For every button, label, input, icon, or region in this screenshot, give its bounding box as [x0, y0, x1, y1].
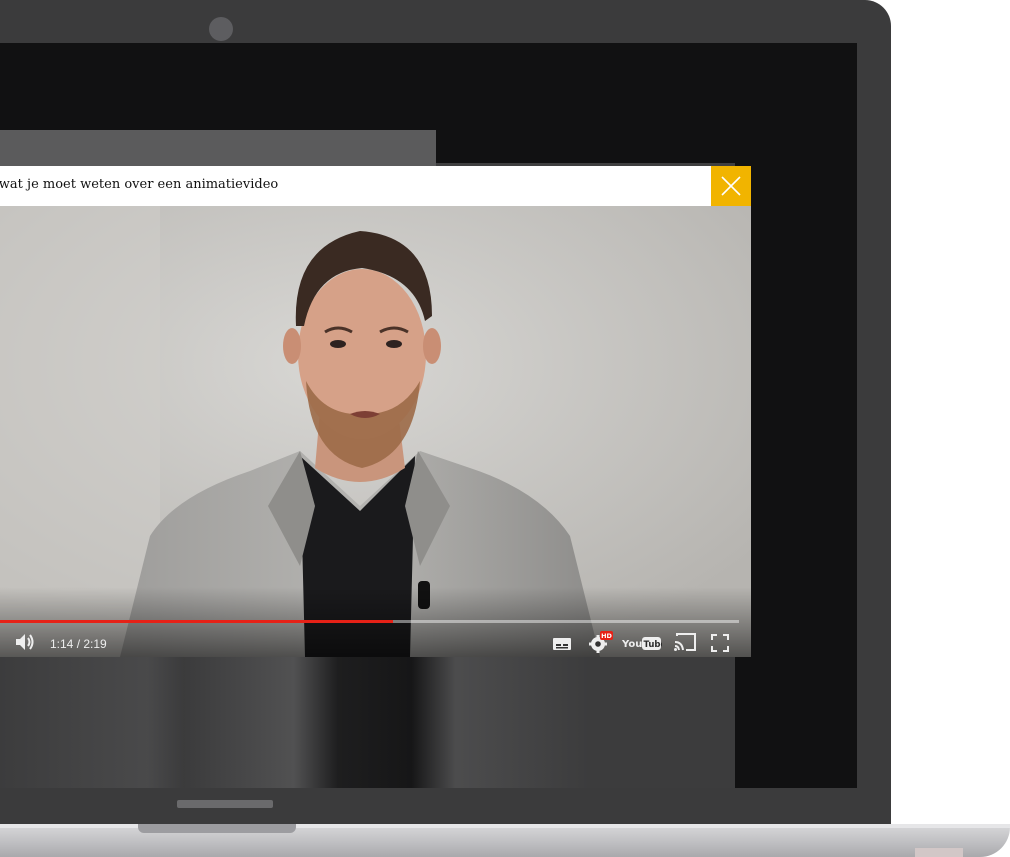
fullscreen-button[interactable]: [710, 633, 730, 653]
laptop-screen: s wat je moet weten over een animatievid…: [0, 43, 857, 788]
fullscreen-icon: [711, 634, 729, 652]
hd-badge: HD: [601, 632, 612, 640]
laptop-base-notch: [138, 824, 296, 833]
time-display: 1:14 / 2:19: [50, 637, 107, 651]
volume-icon: [16, 634, 34, 650]
youtube-logo: You Tube: [621, 637, 667, 650]
video-frame[interactable]: [0, 206, 751, 657]
settings-button[interactable]: HD: [588, 630, 614, 654]
progress-played: [0, 620, 394, 623]
subtitles-button[interactable]: [552, 636, 572, 652]
svg-text:Tube: Tube: [644, 640, 663, 650]
volume-button[interactable]: [14, 632, 36, 652]
youtube-logo-button[interactable]: You Tube: [621, 634, 667, 652]
cast-button[interactable]: [673, 632, 697, 652]
video-modal: s wat je moet weten over een animatievid…: [0, 166, 751, 657]
webcam: [209, 17, 233, 41]
subtitles-icon: [553, 638, 571, 650]
svg-text:You: You: [622, 639, 642, 650]
modal-header: s wat je moet weten over een animatievid…: [0, 166, 751, 206]
laptop-chin-bar: [177, 800, 273, 808]
cast-icon: [674, 633, 696, 651]
laptop-mockup: s wat je moet weten over een animatievid…: [0, 0, 1010, 857]
laptop-foot: [915, 848, 963, 857]
progress-bar[interactable]: [0, 620, 739, 623]
modal-title: s wat je moet weten over een animatievid…: [0, 177, 279, 192]
close-button[interactable]: [711, 166, 751, 206]
settings-icon: HD: [589, 631, 613, 653]
close-icon: [721, 176, 741, 196]
background-video-thumbnail: [0, 655, 735, 788]
